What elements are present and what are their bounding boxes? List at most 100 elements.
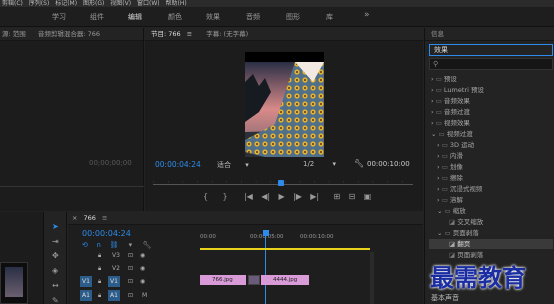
- snap-icon[interactable]: ∩: [96, 241, 101, 249]
- fit-dropdown[interactable]: 适合 ▾: [217, 160, 249, 170]
- camera-icon[interactable]: ▣: [364, 192, 372, 201]
- effects-item[interactable]: › ▭ 溶解: [429, 195, 553, 205]
- step-forward-icon[interactable]: |▶: [293, 192, 302, 201]
- menu-item[interactable]: 视图(V): [110, 0, 131, 7]
- resolution-dropdown[interactable]: 1/2 ▾: [303, 160, 336, 168]
- menu-icon[interactable]: ≡: [102, 214, 107, 222]
- effects-item-label: 视频过渡: [446, 130, 473, 138]
- double-chevron-right-icon[interactable]: »: [364, 10, 370, 20]
- menu-item[interactable]: 序列(S): [29, 0, 50, 7]
- menu-item[interactable]: 窗口(W): [137, 0, 160, 7]
- workspace-tab-color[interactable]: 颜色: [168, 12, 182, 22]
- track-select-tool-icon[interactable]: ⇥: [52, 237, 59, 246]
- mute-button[interactable]: M: [142, 292, 147, 299]
- wrench-icon[interactable]: 🔧︎: [354, 159, 364, 168]
- transport-controls: { } |◀ ◀| ▶ |▶ ▶| ⊞ ⊟ ▣: [203, 192, 433, 202]
- menu-item[interactable]: 图形(G): [83, 0, 104, 7]
- effects-item[interactable]: › ▭ 擦除: [429, 173, 553, 183]
- source-tab[interactable]: 源: 范围: [2, 30, 26, 38]
- workspace-tab-libraries[interactable]: 库: [326, 12, 333, 22]
- go-to-out-icon[interactable]: ▶|: [310, 192, 319, 201]
- track-name[interactable]: V1: [108, 276, 120, 287]
- program-timecode[interactable]: 00:00:04:24: [155, 160, 201, 169]
- mark-out-icon[interactable]: }: [222, 192, 227, 201]
- marker-icon[interactable]: ▾: [129, 241, 133, 249]
- close-icon[interactable]: ×: [72, 214, 77, 222]
- timeline-scrollbar[interactable]: [370, 252, 374, 304]
- menu-item[interactable]: 标记(M): [55, 0, 77, 7]
- play-icon[interactable]: ▶: [278, 192, 284, 201]
- workspace-tab-assembly[interactable]: 组件: [90, 12, 104, 22]
- sequence-tab[interactable]: 766: [84, 214, 96, 222]
- slip-tool-icon[interactable]: ↔: [52, 281, 59, 290]
- effects-item[interactable]: › ▭ 预设: [429, 74, 553, 84]
- captions-tab[interactable]: 字幕: (无字幕): [206, 30, 248, 38]
- ripple-edit-tool-icon[interactable]: ✥: [52, 251, 59, 260]
- effects-search-input[interactable]: ⚲: [429, 58, 553, 70]
- effects-item[interactable]: ⌄ ▭ 视频过渡: [429, 129, 553, 139]
- mark-in-icon[interactable]: {: [203, 192, 208, 201]
- razor-tool-icon[interactable]: ◈: [52, 266, 58, 275]
- essential-sound-tab[interactable]: 基本声音: [431, 293, 459, 303]
- work-area-bar[interactable]: [200, 248, 370, 250]
- lock-icon[interactable]: 🔒︎: [98, 292, 101, 300]
- effects-item[interactable]: › ▭ Lumetri 预设: [429, 85, 553, 95]
- workspace-tab-learn[interactable]: 学习: [52, 12, 66, 22]
- effects-tab[interactable]: 效果: [429, 44, 553, 56]
- effects-item-selected[interactable]: ◪ 翻页: [429, 239, 553, 249]
- sync-icon[interactable]: ⊡: [128, 278, 133, 285]
- lift-icon[interactable]: ⊞: [334, 192, 341, 201]
- lock-icon[interactable]: 🔒︎: [98, 252, 101, 260]
- clip-label: 766.jpg: [212, 277, 233, 283]
- selection-tool-icon[interactable]: ➤: [52, 222, 59, 231]
- menu-icon[interactable]: ≡: [187, 30, 192, 38]
- workspace-tab-graphics[interactable]: 图形: [286, 12, 300, 22]
- source-scrubber[interactable]: [0, 186, 144, 187]
- lock-icon[interactable]: 🔒︎: [98, 265, 101, 273]
- eye-icon[interactable]: ◉: [140, 252, 145, 259]
- nest-icon[interactable]: ⟲: [82, 241, 88, 249]
- audio-clip-mixer-tab[interactable]: 音频剪辑混合器: 766: [38, 30, 100, 38]
- effects-item[interactable]: › ▭ 3D 运动: [429, 140, 553, 150]
- sync-icon[interactable]: ⊡: [128, 292, 133, 299]
- sync-icon[interactable]: ⊡: [128, 265, 133, 272]
- source-patch-v1[interactable]: V1: [80, 276, 92, 287]
- track-name[interactable]: A1: [108, 290, 120, 301]
- extract-icon[interactable]: ⊟: [349, 192, 356, 201]
- effects-item[interactable]: › ▭ 划像: [429, 162, 553, 172]
- effects-item[interactable]: › ▭ 视频效果: [429, 118, 553, 128]
- timeline-timecode[interactable]: 00:00:04:24: [82, 229, 131, 238]
- go-to-in-icon[interactable]: |◀: [244, 192, 253, 201]
- effects-item[interactable]: › ▭ 沉浸式视频: [429, 184, 553, 194]
- pen-tool-icon[interactable]: ✎: [52, 296, 59, 304]
- timeline-playhead[interactable]: [263, 230, 269, 236]
- effects-item-label: 沉浸式视频: [449, 185, 483, 193]
- menu-item[interactable]: 剪辑(C): [2, 0, 23, 7]
- timeline-clip[interactable]: 766.jpg: [200, 275, 246, 285]
- source-patch-a1[interactable]: A1: [80, 290, 92, 301]
- effects-item[interactable]: ⌄ ▭ 页面剥落: [429, 228, 553, 238]
- workspace-tab-effects[interactable]: 效果: [206, 12, 220, 22]
- eye-icon[interactable]: ◉: [140, 265, 145, 272]
- step-back-icon[interactable]: ◀|: [261, 192, 270, 201]
- effects-item[interactable]: › ▭ 内滑: [429, 151, 553, 161]
- workspace-tab-audio[interactable]: 音频: [246, 12, 260, 22]
- timeline-clip[interactable]: 4444.jpg: [261, 275, 309, 285]
- lock-icon[interactable]: 🔒︎: [98, 278, 101, 286]
- effects-item-label: 溶解: [449, 196, 463, 204]
- thumbnail[interactable]: [0, 262, 28, 304]
- eye-icon[interactable]: ◉: [140, 278, 145, 285]
- linked-selection-icon[interactable]: ⛓: [109, 241, 118, 249]
- transition-clip[interactable]: [248, 275, 260, 285]
- effects-item[interactable]: ⌄ ▭ 缩放: [429, 206, 553, 216]
- effects-item[interactable]: ◪ 交叉缩放: [429, 217, 553, 227]
- source-timecode: 00;00;00;00: [89, 159, 132, 167]
- sync-icon[interactable]: ⊡: [128, 252, 133, 259]
- info-tab[interactable]: 信息: [431, 30, 444, 38]
- workspace-tab-editing[interactable]: 编辑: [128, 12, 142, 22]
- program-tab[interactable]: 节目: 766: [151, 30, 181, 38]
- effects-item[interactable]: › ▭ 音频过渡: [429, 107, 553, 117]
- effects-item[interactable]: › ▭ 音频效果: [429, 96, 553, 106]
- wrench-icon[interactable]: 🔧︎: [142, 241, 151, 249]
- menu-item[interactable]: 帮助(H): [166, 0, 187, 7]
